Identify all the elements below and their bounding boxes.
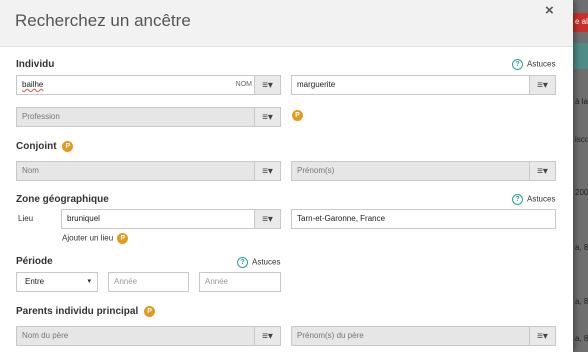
background-text: a, 8 — [575, 297, 588, 306]
background-page: e al à la isco 200 a, 8 a, 8 a, 8 — [573, 0, 588, 352]
hint-label: Astuces — [252, 257, 281, 267]
background-text: isco — [575, 135, 588, 144]
annee-end-input[interactable]: Année — [199, 272, 281, 292]
periode-mode-value: Entre — [25, 277, 45, 286]
modal-header: Recherchez un ancêtre × — [0, 0, 573, 47]
lieu-input[interactable]: bruniquel ≡▾ — [61, 209, 281, 229]
individu-nom-input[interactable]: bailhe NOM ≡▾ — [16, 75, 281, 95]
prenom-value: marguerite — [297, 80, 336, 89]
section-zone-label: Zone géographique — [16, 194, 109, 205]
lieu-label: Lieu — [18, 214, 34, 223]
background-teal-header — [573, 43, 588, 69]
hint-label: Astuces — [527, 59, 556, 69]
section-periode-label: Période — [16, 256, 53, 267]
hint-label: Astuces — [527, 194, 556, 204]
section-parents-label: Parents individu principal P — [16, 306, 156, 318]
search-ancestor-modal: Recherchez un ancêtre × Individu ? Astuce… — [0, 0, 573, 352]
annee-end-placeholder: Année — [205, 277, 229, 286]
menu-icon[interactable]: ≡▾ — [254, 210, 280, 228]
conjoint-label: Conjoint — [16, 141, 57, 153]
premium-badge-icon: P — [292, 110, 303, 121]
periode-hint-link[interactable]: ? Astuces — [237, 257, 280, 268]
background-text: 200 — [575, 188, 588, 197]
annee-start-input[interactable]: Année — [108, 272, 189, 292]
background-text: à la — [575, 97, 588, 106]
menu-icon[interactable]: ≡▾ — [529, 327, 555, 345]
menu-icon[interactable]: ≡▾ — [529, 76, 555, 94]
lieu-value: bruniquel — [67, 214, 100, 223]
menu-icon[interactable]: ≡▾ — [254, 76, 280, 94]
help-icon: ? — [512, 194, 523, 205]
menu-icon[interactable]: ≡▾ — [254, 162, 280, 180]
pere-nom-placeholder: Nom du père — [22, 331, 69, 340]
parents-label: Parents individu principal — [16, 306, 139, 318]
menu-icon[interactable]: ≡▾ — [254, 327, 280, 345]
help-icon: ? — [512, 59, 523, 70]
premium-badge-icon: P — [62, 141, 74, 152]
pere-prenom-placeholder: Prénom(s) du père — [297, 331, 364, 340]
menu-icon[interactable]: ≡▾ — [529, 162, 555, 180]
add-place-label: Ajouter un lieu — [62, 233, 114, 243]
pere-prenom-input[interactable]: Prénom(s) du père ≡▾ — [291, 326, 556, 346]
periode-mode-select[interactable]: Entre ▾ — [16, 272, 98, 292]
nom-value: bailhe — [22, 80, 44, 89]
chevron-down-icon: ▾ — [87, 278, 91, 285]
conjoint-prenom-input[interactable]: Prénom(s) ≡▾ — [291, 161, 556, 181]
nom-suffix: NOM — [235, 81, 252, 88]
conjoint-nom-input[interactable]: Nom ≡▾ — [16, 161, 281, 181]
annee-start-placeholder: Année — [114, 277, 138, 286]
profession-placeholder: Profession — [22, 112, 60, 121]
individu-prenom-input[interactable]: marguerite ≡▾ — [291, 75, 556, 95]
pere-nom-input[interactable]: Nom du père ≡▾ — [16, 326, 281, 346]
conjoint-prenom-placeholder: Prénom(s) — [297, 166, 335, 175]
close-icon[interactable]: × — [545, 2, 554, 19]
premium-badge-icon: P — [117, 233, 129, 244]
lieu-detail-value: Tarn-et-Garonne, France — [297, 214, 386, 223]
background-text: e al — [575, 17, 588, 26]
modal-title: Recherchez un ancêtre — [15, 11, 191, 30]
help-icon: ? — [237, 257, 248, 268]
individu-hint-link[interactable]: ? Astuces — [512, 59, 555, 70]
menu-icon[interactable]: ≡▾ — [254, 108, 280, 126]
lieu-detail-input[interactable]: Tarn-et-Garonne, France — [291, 209, 556, 229]
section-conjoint-label: Conjoint P — [16, 141, 74, 153]
premium-badge-icon: P — [144, 306, 156, 317]
section-individu-label: Individu — [16, 59, 55, 70]
add-place-link[interactable]: Ajouter un lieu P — [62, 233, 129, 244]
background-text: a, 8 — [575, 243, 588, 252]
zone-hint-link[interactable]: ? Astuces — [512, 194, 555, 205]
conjoint-nom-placeholder: Nom — [22, 166, 39, 175]
profession-input[interactable]: Profession ≡▾ — [16, 107, 281, 127]
background-text: a, 8 — [575, 334, 588, 343]
